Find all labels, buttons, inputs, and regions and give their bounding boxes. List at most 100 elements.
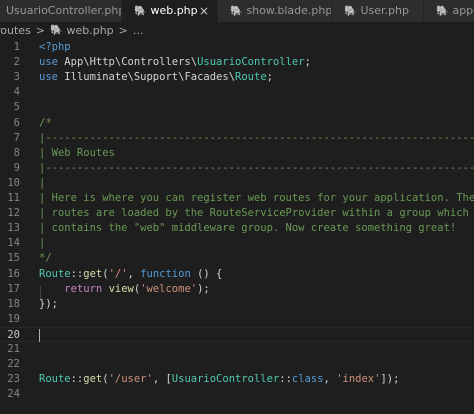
text-cursor xyxy=(39,328,40,342)
line-number: 21 xyxy=(7,343,20,355)
breadcrumb-folder[interactable]: routes xyxy=(0,24,31,37)
code-token: | Here is where you can register web rou… xyxy=(39,192,474,204)
code-line[interactable]: 8 | Web Routes xyxy=(0,146,474,161)
code-token: }); xyxy=(39,297,58,310)
code-line[interactable]: 1 <?php xyxy=(0,40,474,55)
code-token: use xyxy=(39,56,65,69)
code-token: 'welcome' xyxy=(140,282,198,295)
tab-show-blade[interactable]: 🐘 show.blade.php xyxy=(218,0,332,22)
code-token: ); xyxy=(197,282,210,295)
code-text: /* xyxy=(39,116,52,131)
code-line[interactable]: 22 xyxy=(0,357,474,372)
line-number: 24 xyxy=(7,388,20,401)
code-line[interactable]: 23 Route::get('/user', [UsuarioController… xyxy=(0,372,474,387)
tab-label: web.php xyxy=(150,4,198,17)
line-number: 16 xyxy=(7,267,20,280)
code-token: */ xyxy=(39,252,52,265)
code-text: | xyxy=(39,236,45,251)
code-token: '/user' xyxy=(108,373,153,386)
tab-app[interactable]: 🐘 app xyxy=(424,0,474,22)
code-line[interactable]: 14 | xyxy=(0,236,474,251)
code-text: | routes are loaded by the RouteServiceP… xyxy=(39,206,469,221)
code-line[interactable]: 6 /* xyxy=(0,116,474,131)
code-line[interactable]: 12 | routes are loaded by the RouteServic… xyxy=(0,206,474,221)
line-number: 14 xyxy=(7,237,20,250)
code-token: Http xyxy=(89,56,115,69)
code-token: Route xyxy=(235,71,267,84)
tab-usuariocontroller[interactable]: UsuarioController.php xyxy=(0,0,122,22)
breadcrumb: routes > 🐘web.php >... xyxy=(0,22,474,40)
code-token: | Web Routes xyxy=(39,146,115,159)
code-text: |---------------------------------------… xyxy=(39,131,474,146)
line-number: 13 xyxy=(7,222,20,235)
code-token: Route xyxy=(39,373,71,386)
code-line[interactable]: 9 |--------------------------------------… xyxy=(0,161,474,176)
breadcrumb-symbol[interactable]: ... xyxy=(133,24,144,37)
code-token: use xyxy=(39,71,65,84)
code-line[interactable]: 16 Route::get('/', function () { xyxy=(0,267,474,282)
code-token: |---------------------------------------… xyxy=(39,131,474,144)
line-number: 8 xyxy=(13,146,20,159)
line-number: 4 xyxy=(13,86,20,99)
code-line[interactable]: 7 |--------------------------------------… xyxy=(0,131,474,146)
tab-label: User.php xyxy=(360,4,409,17)
code-text: | Web Routes xyxy=(39,146,115,161)
code-line[interactable]: 13 | contains the "web" middleware group.… xyxy=(0,221,474,236)
code-line[interactable]: 19 xyxy=(0,312,474,327)
line-number: 1 xyxy=(13,41,20,53)
code-line[interactable]: 17 return view('welcome'); xyxy=(0,282,474,297)
code-line[interactable]: 10 | xyxy=(0,176,474,191)
code-token: , xyxy=(127,267,141,280)
code-token: class xyxy=(291,373,324,386)
code-token: view xyxy=(108,282,134,295)
code-text: }); xyxy=(39,297,58,312)
code-text: Route::get('/', function () { xyxy=(39,267,222,282)
code-token: Facades xyxy=(184,71,229,84)
code-token: :: xyxy=(279,373,292,386)
tab-web-php[interactable]: 🐘 web.php × xyxy=(122,0,218,22)
code-text: | contains the "web" middleware group. N… xyxy=(39,221,456,236)
code-token: Controllers xyxy=(121,56,191,69)
code-line[interactable]: 15 */ xyxy=(0,251,474,266)
code-token: UsuarioController xyxy=(171,373,280,386)
tab-label: show.blade.php xyxy=(246,4,332,17)
code-line[interactable]: 2 use App\Http\Controllers\UsuarioControl… xyxy=(0,55,474,70)
code-token: :: xyxy=(70,267,84,280)
code-line[interactable]: 21 xyxy=(0,342,474,357)
php-elephant-icon: 🐘 xyxy=(134,6,147,17)
code-line[interactable]: 20 xyxy=(0,326,474,342)
tab-user-php[interactable]: 🐘 User.php xyxy=(332,0,424,22)
code-text: use App\Http\Controllers\UsuarioControll… xyxy=(39,55,311,70)
code-token: | contains the "web" middleware group. N… xyxy=(39,222,457,235)
code-line[interactable]: 11 | Here is where you can register web r… xyxy=(0,191,474,206)
code-line[interactable]: 3 use Illuminate\Support\Facades\Route; xyxy=(0,70,474,85)
code-line[interactable]: 24 xyxy=(0,387,474,402)
code-line[interactable]: 4 xyxy=(0,85,474,100)
breadcrumb-file[interactable]: web.php xyxy=(66,24,113,37)
line-number: 17 xyxy=(7,282,20,295)
code-line[interactable]: 18}); xyxy=(0,297,474,312)
code-token: ; xyxy=(266,71,273,84)
code-token: return xyxy=(64,282,103,295)
line-number: 18 xyxy=(7,297,20,310)
line-number: 15 xyxy=(7,252,20,265)
code-token: Illuminate xyxy=(64,71,128,84)
tab-bar: UsuarioController.php 🐘 web.php × 🐘 show.b… xyxy=(0,0,474,22)
close-icon[interactable]: × xyxy=(199,0,209,22)
code-token: get xyxy=(83,373,103,386)
code-token: | xyxy=(39,237,46,250)
line-number: 3 xyxy=(13,71,20,84)
chevron-right-icon: > xyxy=(35,24,46,37)
code-token: ; xyxy=(304,56,311,69)
code-editor[interactable]: 1 <?php 2 use App\Http\Controllers\UsuarioC… xyxy=(0,40,474,414)
code-token: | xyxy=(39,176,46,189)
code-token: <?php xyxy=(39,41,71,53)
php-elephant-icon: 🐘 xyxy=(230,6,243,17)
tab-label: app xyxy=(452,4,474,17)
code-line[interactable]: 5 xyxy=(0,100,474,115)
php-elephant-icon: 🐘 xyxy=(436,6,449,17)
line-number: 10 xyxy=(7,176,20,189)
line-number: 6 xyxy=(13,116,20,129)
code-token: /* xyxy=(39,116,52,129)
